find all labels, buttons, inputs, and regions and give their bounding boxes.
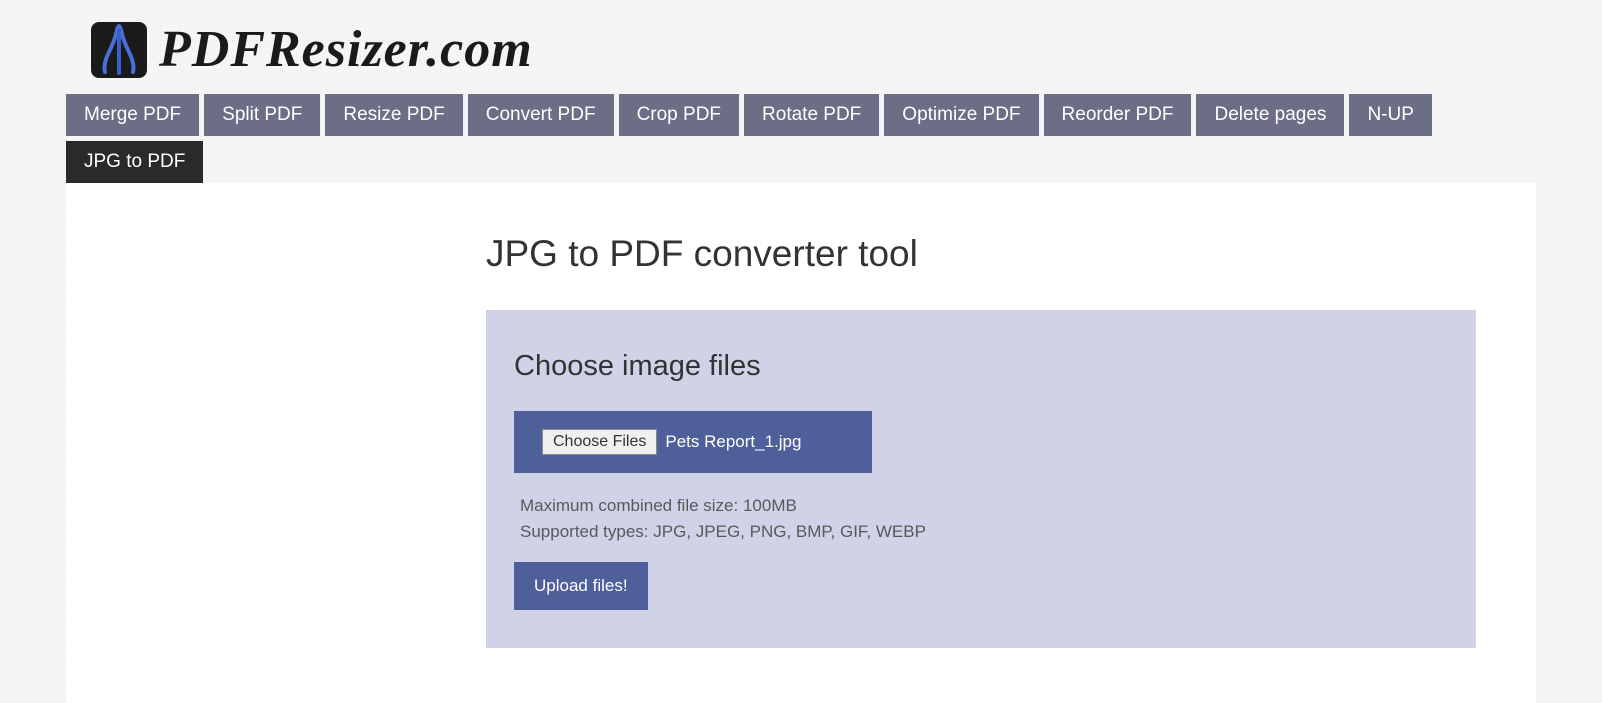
nav-rotate-pdf[interactable]: Rotate PDF [744, 94, 879, 136]
nav-delete-pages[interactable]: Delete pages [1196, 94, 1344, 136]
nav-crop-pdf[interactable]: Crop PDF [619, 94, 739, 136]
nav-reorder-pdf[interactable]: Reorder PDF [1044, 94, 1192, 136]
choose-files-button[interactable]: Choose Files [542, 429, 657, 455]
nav-optimize-pdf[interactable]: Optimize PDF [884, 94, 1038, 136]
file-picker[interactable]: Choose Files Pets Report_1.jpg [514, 411, 872, 473]
main-nav: Merge PDF Split PDF Resize PDF Convert P… [66, 94, 1536, 183]
nav-resize-pdf[interactable]: Resize PDF [325, 94, 462, 136]
pdf-logo-icon [91, 22, 147, 78]
upload-button[interactable]: Upload files! [514, 562, 648, 610]
max-size-text: Maximum combined file size: 100MB [520, 493, 1448, 519]
nav-merge-pdf[interactable]: Merge PDF [66, 94, 199, 136]
supported-types-text: Supported types: JPG, JPEG, PNG, BMP, GI… [520, 519, 1448, 545]
file-info: Maximum combined file size: 100MB Suppor… [514, 493, 1448, 544]
panel-heading: Choose image files [514, 350, 1448, 383]
nav-split-pdf[interactable]: Split PDF [204, 94, 320, 136]
upload-panel: Choose image files Choose Files Pets Rep… [486, 310, 1476, 648]
nav-convert-pdf[interactable]: Convert PDF [468, 94, 614, 136]
logo-text: PDFResizer.com [159, 20, 533, 79]
main-content: JPG to PDF converter tool Choose image f… [66, 183, 1536, 703]
nav-jpg-to-pdf[interactable]: JPG to PDF [66, 141, 203, 183]
selected-filename: Pets Report_1.jpg [665, 432, 801, 452]
header-logo[interactable]: PDFResizer.com [66, 0, 1536, 94]
nav-n-up[interactable]: N-UP [1349, 94, 1431, 136]
page-title: JPG to PDF converter tool [486, 233, 1486, 275]
